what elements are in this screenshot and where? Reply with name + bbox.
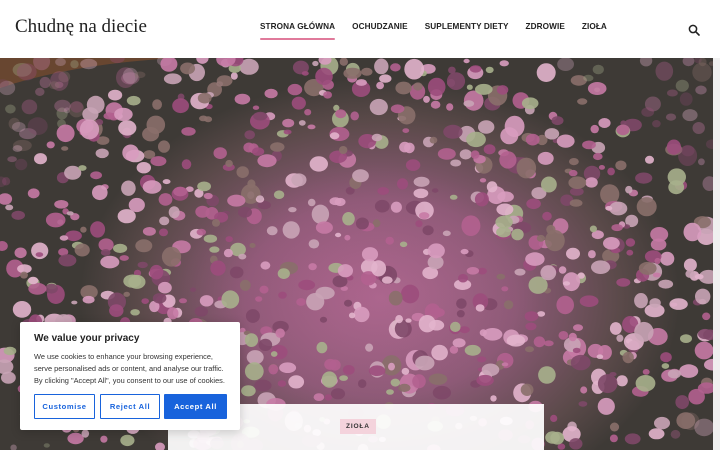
reject-all-button[interactable]: Reject All bbox=[100, 394, 160, 419]
site-title[interactable]: Chudnę na diecie bbox=[15, 16, 147, 38]
search-icon[interactable] bbox=[688, 23, 700, 36]
cookie-banner-title: We value your privacy bbox=[34, 333, 140, 344]
customise-button[interactable]: Customise bbox=[34, 394, 95, 419]
nav-item-ochudzanie[interactable]: OCHUDZANIE bbox=[352, 22, 408, 31]
nav-item-ziola[interactable]: ZIOŁA bbox=[582, 22, 607, 31]
accept-all-button[interactable]: Accept All bbox=[164, 394, 227, 419]
nav-item-strona-glowna[interactable]: STRONA GŁÓWNA bbox=[260, 22, 336, 40]
main-nav: STRONA GŁÓWNA OCHUDZANIE SUPLEMENTY DIET… bbox=[260, 22, 607, 40]
nav-item-zdrowie[interactable]: ZDROWIE bbox=[526, 22, 565, 31]
cookie-consent-banner: We value your privacy We use cookies to … bbox=[20, 322, 240, 430]
site-header: Chudnę na diecie STRONA GŁÓWNA OCHUDZANI… bbox=[0, 0, 720, 58]
nav-item-suplementy-diety[interactable]: SUPLEMENTY DIETY bbox=[425, 22, 509, 31]
page-scrollbar[interactable] bbox=[713, 58, 720, 450]
category-badge[interactable]: ZIOŁA bbox=[340, 419, 376, 434]
cookie-banner-text: We use cookies to enhance your browsing … bbox=[34, 352, 225, 385]
